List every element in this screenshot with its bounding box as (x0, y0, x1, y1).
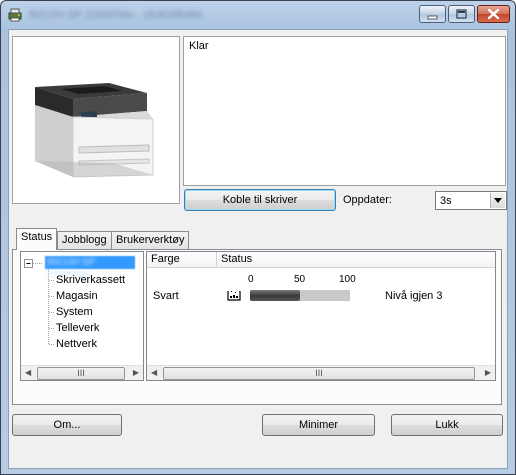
column-header-farge[interactable]: Farge (147, 252, 217, 268)
status-message: Klar (189, 40, 209, 52)
main-panel: Klar Koble til skriver Oppdater: 3s Stat… (8, 29, 508, 469)
refresh-interval-value: 3s (440, 195, 452, 207)
close-icon (487, 8, 500, 20)
window-title: RICOH SP 220SFNw - 1E4D4B484 (29, 9, 203, 21)
row-color: Svart (153, 290, 179, 302)
toner-cartridge-icon (227, 291, 241, 301)
tree-root-device[interactable]: RICOH SP 220SFNw (45, 256, 135, 280)
toner-level-bar (250, 290, 350, 301)
minimize-window-button[interactable] (419, 5, 446, 23)
column-header-status[interactable]: Status (217, 252, 495, 268)
printer-image-box (12, 36, 180, 204)
scroll-left-icon[interactable]: ◀ (151, 368, 157, 377)
scroll-right-icon[interactable]: ▶ (485, 368, 491, 377)
toner-level-fill (250, 290, 300, 301)
tree-horizontal-scrollbar[interactable]: ◀ III ▶ (21, 365, 143, 380)
connect-printer-button[interactable]: Koble til skriver (184, 189, 336, 211)
printer-image (35, 83, 154, 178)
maximize-window-button[interactable] (448, 5, 475, 23)
close-button[interactable]: Lukk (391, 414, 503, 436)
tree-item-nettverk[interactable]: Nettverk (56, 338, 97, 350)
tab-jobblogg[interactable]: Jobblogg (57, 231, 112, 249)
refresh-label: Oppdater: (343, 194, 392, 206)
tree-item-system[interactable]: System (56, 306, 93, 318)
scrollbar-thumb[interactable]: III (37, 367, 125, 380)
tree-item-skriverkassett[interactable]: Skriverkassett (56, 274, 125, 286)
list-horizontal-scrollbar[interactable]: ◀ III ▶ (147, 365, 495, 380)
tab-brukerverktoy[interactable]: Brukerverktøy (111, 231, 190, 249)
title-bar[interactable]: RICOH SP 220SFNw - 1E4D4B484 (1, 1, 515, 29)
scroll-left-icon[interactable]: ◀ (25, 368, 31, 377)
minimize-icon (427, 15, 438, 20)
tree-item-telleverk[interactable]: Telleverk (56, 322, 99, 334)
about-button[interactable]: Om... (12, 414, 122, 436)
scale-label-50: 50 (294, 274, 306, 285)
scale-label-100: 100 (339, 274, 356, 285)
close-window-button[interactable] (477, 5, 510, 23)
category-tree: RICOH SP 220SFNw Skriverkassett Magasin … (20, 251, 144, 381)
printer-app-icon (8, 8, 22, 22)
scale-label-0: 0 (248, 274, 254, 285)
dropdown-arrow-icon[interactable] (490, 193, 505, 208)
app-window: RICOH SP 220SFNw - 1E4D4B484 Klar Koble … (0, 0, 516, 475)
scrollbar-thumb[interactable]: III (163, 367, 475, 380)
scroll-right-icon[interactable]: ▶ (133, 368, 139, 377)
minimize-button[interactable]: Minimer (262, 414, 375, 436)
tree-item-magasin[interactable]: Magasin (56, 290, 98, 302)
refresh-interval-select[interactable]: 3s (435, 191, 507, 210)
toner-remaining-text: Nivå igjen 3 (385, 290, 443, 302)
tab-status[interactable]: Status (16, 228, 58, 250)
supplies-list: Farge Status 0 50 100 Svart Nivå igjen 3… (146, 251, 496, 381)
status-message-box: Klar (183, 36, 506, 186)
maximize-icon (456, 9, 467, 19)
